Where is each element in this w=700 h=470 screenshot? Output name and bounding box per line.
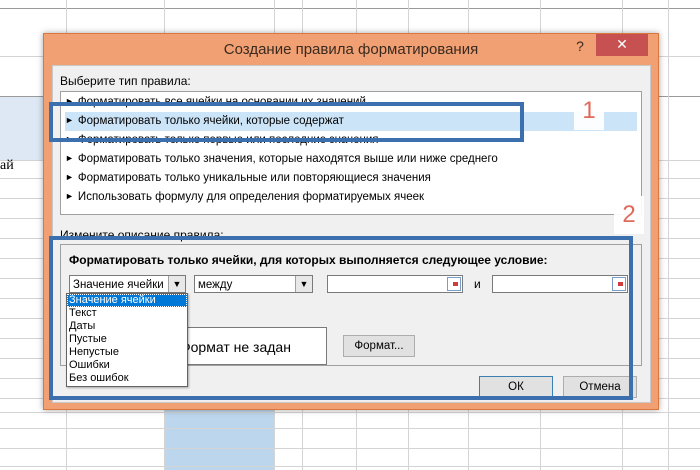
annotation-number-1: 1 <box>574 92 604 130</box>
cell-text: ай <box>0 158 14 173</box>
help-button[interactable]: ? <box>572 38 588 54</box>
dialog-title: Создание правила форматирования <box>223 41 479 58</box>
grid-line <box>0 466 700 467</box>
dialog-titlebar[interactable]: Создание правила форматирования ? ✕ <box>44 34 658 64</box>
grid-line <box>0 8 700 9</box>
annotation-box-2 <box>49 236 633 400</box>
rule-type-label-text: Форматировать только значения, которые н… <box>77 153 498 165</box>
grid-line <box>0 412 700 413</box>
arrow-icon: ► <box>65 191 74 201</box>
rule-type-item[interactable]: ► Форматировать только уникальные или пов… <box>65 169 637 188</box>
annotation-number-2: 2 <box>614 196 644 234</box>
rule-type-item[interactable]: ► Форматировать только значения, которые … <box>65 150 637 169</box>
annotation-box-1 <box>49 102 524 142</box>
grid-line <box>668 0 669 470</box>
grid-line <box>0 448 700 449</box>
close-button[interactable]: ✕ <box>596 34 648 56</box>
arrow-icon: ► <box>65 172 74 182</box>
header-fill <box>0 96 45 160</box>
grid-line <box>0 428 700 429</box>
arrow-icon: ► <box>65 153 74 163</box>
rule-type-label: Выберите тип правила: <box>60 74 191 88</box>
rule-type-label-text: Использовать формулу для определения фор… <box>77 191 425 203</box>
rule-type-item[interactable]: ► Использовать формулу для определения фо… <box>65 188 637 207</box>
rule-type-label-text: Форматировать только уникальные или повт… <box>77 172 431 184</box>
